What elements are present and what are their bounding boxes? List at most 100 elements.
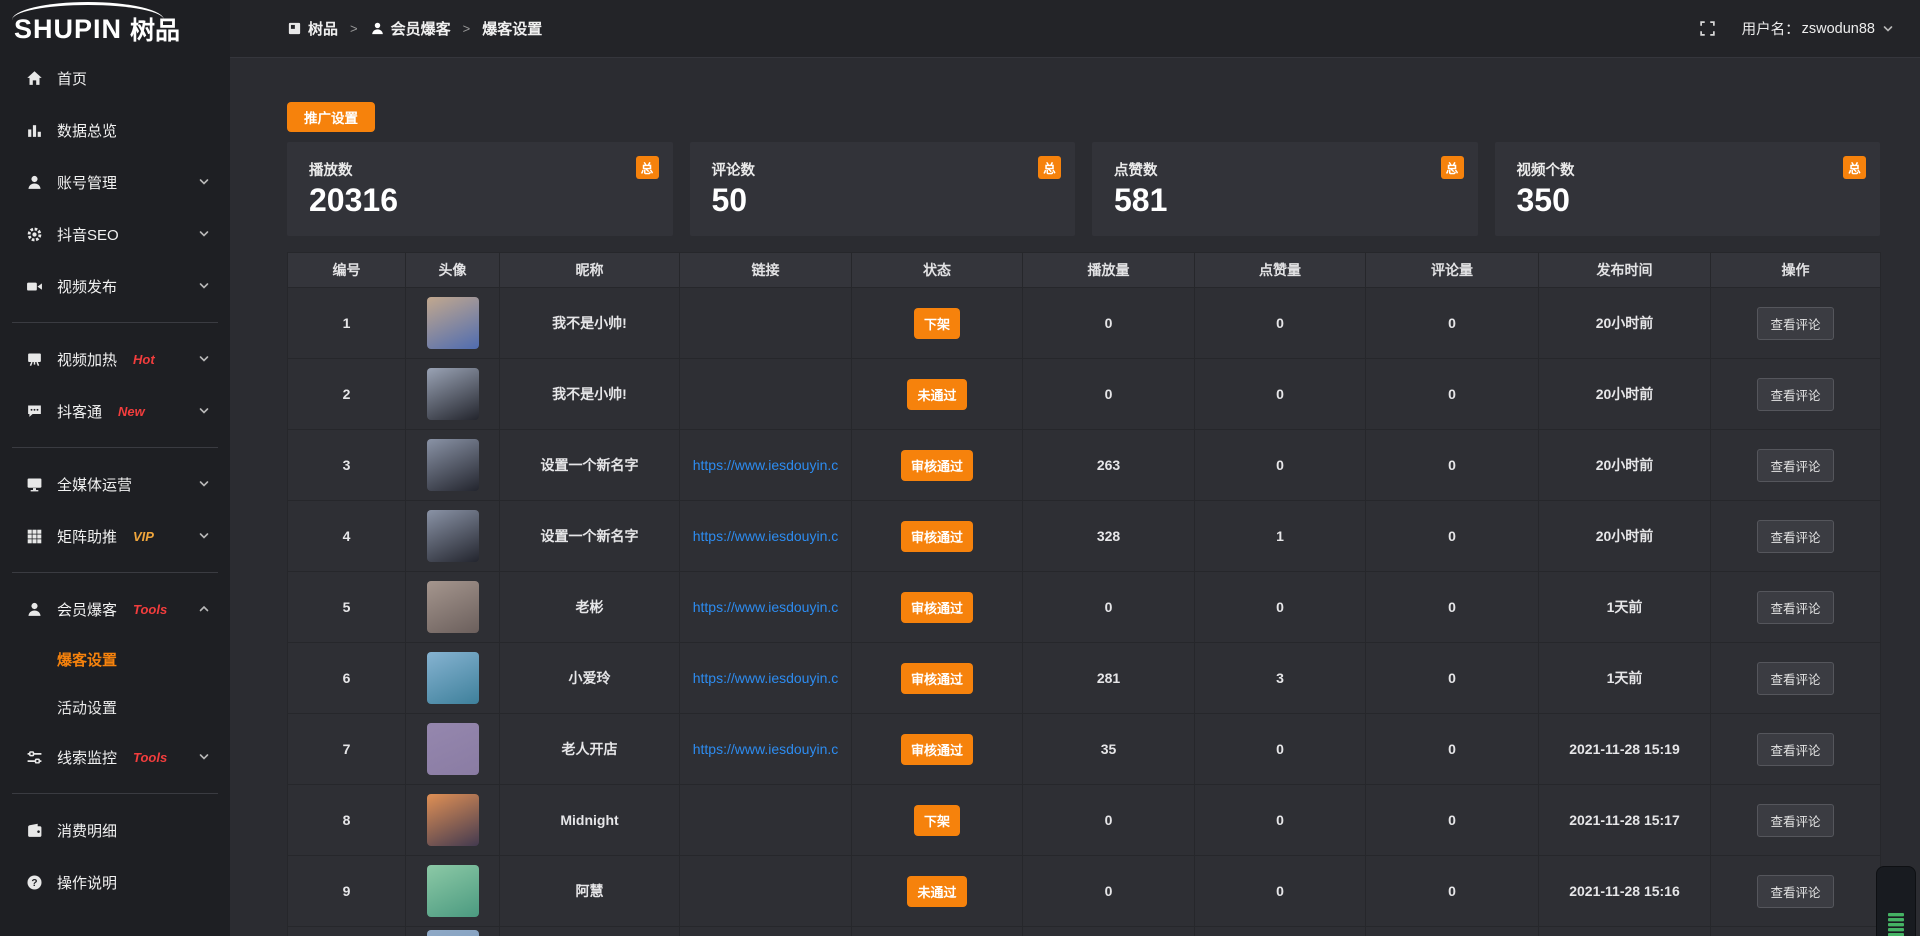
- status-badge[interactable]: 审核通过: [901, 450, 973, 481]
- help-icon: ?: [26, 874, 43, 891]
- row-id-cell: 8: [288, 785, 406, 856]
- sidebar-item-matrix-boost[interactable]: 矩阵助推 VIP: [0, 510, 230, 562]
- sidebar-item-clue-monitor[interactable]: 线索监控Tools: [0, 731, 230, 783]
- username-value: zswodun88: [1802, 21, 1875, 37]
- sidebar-item-account-manage[interactable]: 账号管理: [0, 156, 230, 208]
- view-comments-button[interactable]: 查看评论: [1757, 662, 1833, 695]
- profile-link[interactable]: https://www.iesdouyin.c: [693, 599, 839, 615]
- avatar-cell: [406, 501, 500, 572]
- brand-logo[interactable]: SHUPIN 树品: [0, 0, 230, 50]
- plays-cell: 0: [1023, 856, 1195, 927]
- status-badge[interactable]: 审核通过: [901, 663, 973, 694]
- sidebar-item-member-baoke[interactable]: 会员爆客Tools: [0, 583, 230, 635]
- status-cell: 下架: [852, 288, 1023, 359]
- chevron-down-icon: [198, 405, 210, 417]
- avatar: [427, 581, 479, 633]
- topbar-right: 用户名： zswodun88: [1699, 18, 1894, 39]
- view-comments-button[interactable]: 查看评论: [1757, 307, 1833, 340]
- view-comments-button[interactable]: 查看评论: [1757, 520, 1833, 553]
- sidebar-item-tag: VIP: [133, 529, 154, 544]
- comments-cell: 0: [1366, 785, 1539, 856]
- video-icon: [26, 278, 43, 295]
- promo-settings-button[interactable]: 推广设置: [287, 102, 375, 132]
- empty-cell: [680, 927, 852, 936]
- sidebar-item-expense-detail[interactable]: 消费明细: [0, 804, 230, 856]
- sidebar-item-douketong[interactable]: 抖客通New: [0, 385, 230, 437]
- plays-cell: 0: [1023, 288, 1195, 359]
- stat-card-label: 评论数: [712, 159, 1054, 180]
- column-header: 昵称: [500, 253, 680, 288]
- column-header: 链接: [680, 253, 852, 288]
- fullscreen-icon[interactable]: [1699, 20, 1716, 37]
- view-comments-button[interactable]: 查看评论: [1757, 449, 1833, 482]
- row-id-cell: 9: [288, 856, 406, 927]
- link-cell: https://www.iesdouyin.c: [680, 501, 852, 572]
- sidebar-subitem-activity-settings[interactable]: 活动设置: [0, 683, 230, 731]
- link-cell: [680, 785, 852, 856]
- sidebar-item-data-overview[interactable]: 数据总览: [0, 104, 230, 156]
- status-cell: 下架: [852, 785, 1023, 856]
- view-comments-button[interactable]: 查看评论: [1757, 378, 1833, 411]
- sidebar-subitem-baoke-settings[interactable]: 爆客设置: [0, 635, 230, 683]
- sidebar-divider: [12, 572, 218, 573]
- floating-widget[interactable]: [1876, 866, 1916, 936]
- view-comments-button[interactable]: 查看评论: [1757, 875, 1833, 908]
- column-header: 发布时间: [1539, 253, 1711, 288]
- profile-link[interactable]: https://www.iesdouyin.c: [693, 670, 839, 686]
- profile-link[interactable]: https://www.iesdouyin.c: [693, 457, 839, 473]
- breadcrumb-item[interactable]: 会员爆客: [370, 18, 451, 39]
- table-row-partial: [288, 927, 1881, 936]
- sidebar-item-label: 首页: [57, 68, 87, 89]
- chevron-down-icon: [198, 228, 210, 240]
- status-badge[interactable]: 未通过: [907, 379, 966, 410]
- sidebar-item-media-operation[interactable]: 全媒体运营: [0, 458, 230, 510]
- likes-cell: 0: [1195, 785, 1366, 856]
- status-badge[interactable]: 未通过: [907, 876, 966, 907]
- wallet-icon: [26, 822, 43, 839]
- status-badge[interactable]: 审核通过: [901, 592, 973, 623]
- sidebar-item-video-heat[interactable]: 视频加热Hot: [0, 333, 230, 385]
- sidebar-item-operation-guide[interactable]: ? 操作说明: [0, 856, 230, 908]
- breadcrumb-item[interactable]: 爆客设置: [482, 18, 542, 39]
- status-badge[interactable]: 下架: [914, 308, 960, 339]
- sidebar-item-tag: Tools: [133, 602, 167, 617]
- avatar: [427, 723, 479, 775]
- chevron-up-icon: [198, 603, 210, 615]
- sidebar-item-label: 矩阵助推: [57, 526, 117, 547]
- status-badge[interactable]: 下架: [914, 805, 960, 836]
- profile-link[interactable]: https://www.iesdouyin.c: [693, 741, 839, 757]
- username-label: 用户名：: [1742, 18, 1800, 39]
- avatar: [427, 297, 479, 349]
- total-badge: 总: [636, 156, 659, 179]
- grid-icon: [26, 528, 43, 545]
- avatar-cell: [406, 359, 500, 430]
- action-cell: 查看评论: [1711, 643, 1881, 714]
- view-comments-button[interactable]: 查看评论: [1757, 804, 1833, 837]
- empty-cell: [500, 927, 680, 936]
- sidebar-item-video-publish[interactable]: 视频发布: [0, 260, 230, 312]
- sidebar-item-home[interactable]: 首页: [0, 52, 230, 104]
- empty-cell: [1539, 927, 1711, 936]
- sidebar-item-label: 线索监控: [57, 747, 117, 768]
- sidebar-item-douyin-seo[interactable]: 抖音SEO: [0, 208, 230, 260]
- main-area: 树品>会员爆客>爆客设置 用户名： zswodun88 推广设置 播放数2031…: [230, 0, 1920, 936]
- action-cell: 查看评论: [1711, 359, 1881, 430]
- sidebar-item-label: 操作说明: [57, 872, 117, 893]
- time-cell: 20小时前: [1539, 288, 1711, 359]
- profile-link[interactable]: https://www.iesdouyin.c: [693, 528, 839, 544]
- svg-text:?: ?: [31, 877, 37, 888]
- view-comments-button[interactable]: 查看评论: [1757, 591, 1833, 624]
- likes-cell: 0: [1195, 430, 1366, 501]
- avatar-cell: [406, 856, 500, 927]
- nickname-cell: 阿慧: [500, 856, 680, 927]
- breadcrumb-item[interactable]: 树品: [287, 18, 338, 39]
- avatar: [427, 794, 479, 846]
- status-badge[interactable]: 审核通过: [901, 521, 973, 552]
- stat-card-value: 50: [712, 183, 1054, 218]
- stat-card-label: 视频个数: [1517, 159, 1859, 180]
- time-cell: 2021-11-28 15:19: [1539, 714, 1711, 785]
- action-cell: 查看评论: [1711, 430, 1881, 501]
- status-badge[interactable]: 审核通过: [901, 734, 973, 765]
- user-menu[interactable]: 用户名： zswodun88: [1742, 18, 1894, 39]
- view-comments-button[interactable]: 查看评论: [1757, 733, 1833, 766]
